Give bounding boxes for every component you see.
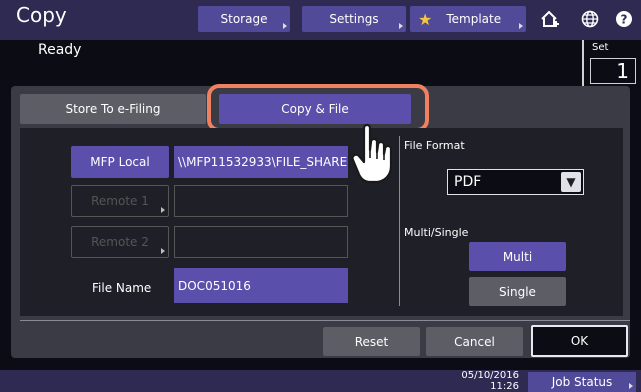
set-counter[interactable]: Set 1: [582, 40, 641, 86]
submenu-arrow-icon: [629, 383, 633, 389]
submenu-arrow-icon: [519, 23, 523, 29]
time: 11:26: [490, 381, 519, 392]
file-name-value: DOC051016: [178, 278, 251, 293]
footer-bar: 05/10/2016 11:26 Job Status: [0, 370, 641, 392]
app-title: Copy: [16, 3, 67, 27]
multi-button[interactable]: Multi: [469, 242, 566, 271]
settings-button-label: Settings: [329, 12, 379, 26]
cancel-button[interactable]: Cancel: [426, 327, 523, 356]
mfp-local-label: MFP Local: [90, 155, 150, 169]
date: 05/10/2016: [461, 370, 519, 381]
vertical-divider: [399, 136, 400, 306]
file-format-select[interactable]: PDF ▼: [447, 169, 584, 195]
multi-single-label: Multi/Single: [404, 226, 469, 239]
storage-button[interactable]: Storage: [198, 6, 290, 32]
remote1-path-field[interactable]: [174, 185, 348, 217]
template-button[interactable]: ★ Template: [410, 6, 526, 32]
status-text: Ready: [38, 42, 82, 58]
remote2-path-field[interactable]: [174, 226, 348, 258]
single-button-label: Single: [499, 284, 536, 299]
help-icon[interactable]: ?: [610, 6, 638, 32]
mfp-local-path: \\MFP11532933\FILE_SHARE: [178, 155, 348, 169]
remote2-label: Remote 2: [91, 235, 149, 249]
multi-button-label: Multi: [502, 249, 533, 264]
remote2-button[interactable]: Remote 2: [71, 226, 169, 258]
settings-button[interactable]: Settings: [302, 6, 406, 32]
file-name-label: File Name: [92, 281, 152, 295]
template-button-label: Template: [446, 12, 502, 26]
horizontal-divider: [20, 320, 630, 321]
reset-button-label: Reset: [354, 334, 389, 349]
ok-button[interactable]: OK: [531, 325, 628, 357]
submenu-arrow-icon: [283, 23, 287, 29]
submenu-arrow-icon: [161, 207, 165, 213]
submenu-arrow-icon: [399, 23, 403, 29]
star-icon: ★: [418, 9, 433, 29]
storage-button-label: Storage: [220, 12, 268, 26]
set-label: Set: [592, 42, 609, 53]
cancel-button-label: Cancel: [454, 334, 495, 349]
globe-icon[interactable]: [576, 6, 604, 32]
file-format-value: PDF: [454, 174, 482, 190]
svg-text:?: ?: [621, 13, 628, 27]
chevron-down-icon: ▼: [561, 172, 581, 192]
set-divider: [582, 40, 584, 86]
remote1-button[interactable]: Remote 1: [71, 185, 169, 217]
file-format-label: File Format: [404, 139, 465, 152]
submenu-arrow-icon: [161, 248, 165, 254]
tab-label: Store To e-Filing: [65, 102, 161, 116]
top-bar: Copy Storage Settings ★ Template ?: [0, 0, 641, 40]
file-name-input[interactable]: DOC051016: [174, 268, 348, 303]
mfp-local-button[interactable]: MFP Local: [71, 146, 169, 178]
datetime: 05/10/2016 11:26: [461, 370, 519, 392]
remote1-label: Remote 1: [91, 194, 149, 208]
single-button[interactable]: Single: [469, 277, 566, 306]
ok-button-label: OK: [570, 334, 589, 348]
home-plus-icon[interactable]: [536, 6, 564, 32]
job-status-button[interactable]: Job Status: [528, 372, 636, 392]
pointer-hand-icon: [350, 122, 398, 186]
reset-button[interactable]: Reset: [323, 327, 420, 356]
mfp-local-path-field[interactable]: \\MFP11532933\FILE_SHARE: [174, 146, 348, 178]
job-status-label: Job Status: [551, 375, 613, 389]
set-value[interactable]: 1: [590, 58, 636, 84]
tab-store-to-efiling[interactable]: Store To e-Filing: [20, 94, 206, 124]
